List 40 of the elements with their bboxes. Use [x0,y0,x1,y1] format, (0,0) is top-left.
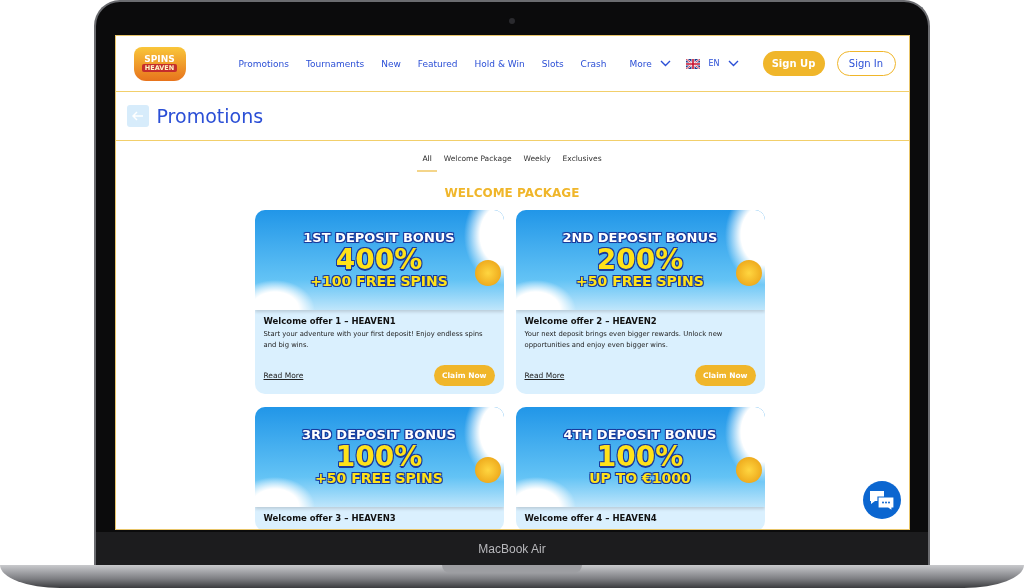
nav-dropdown[interactable]: More [629,58,671,69]
device-label: MacBook Air [478,541,546,556]
banner-amount: 100% [335,441,423,472]
nav-link[interactable]: Crash [580,58,607,69]
coin-icon [735,260,762,286]
section-heading: WELCOME PACKAGE [443,186,581,200]
page-title: Promotions [156,105,264,127]
nav-link[interactable]: New [381,58,401,69]
banner-amount: 400% [335,244,423,275]
nav-link[interactable]: Hold & Win [474,58,525,69]
card-title: Welcome offer 2 – HEAVEN2 [524,316,658,326]
chevron-down-icon [659,60,671,67]
chat-button[interactable] [862,481,901,519]
banner-heading: 1ST DEPOSIT BONUS [303,231,455,245]
banner-subtitle: +100 FREE SPINS [310,274,448,289]
card-title: Welcome offer 1 – HEAVEN1 [263,316,397,326]
banner-heading: 2ND DEPOSIT BONUS [562,231,718,245]
nav-link[interactable]: Slots [541,58,564,69]
banner-amount: 200% [596,244,684,275]
banner-subtitle: +50 FREE SPINS [315,471,443,486]
banner-amount: 100% [596,441,684,472]
nav-link[interactable]: Featured [417,58,458,69]
banner-subtitle: +50 FREE SPINS [576,274,704,289]
chat-icon [867,489,896,511]
sign-in-button[interactable]: Sign In [836,51,896,76]
banner-heading: 3RD DEPOSIT BONUS [302,428,456,442]
banner-heading: 4TH DEPOSIT BONUS [563,428,717,442]
coin-icon [474,260,501,286]
nav-link[interactable]: Promotions [238,58,289,69]
card-title: Welcome offer 3 – HEAVEN3 [263,513,397,523]
coin-icon [735,457,762,483]
camera-icon [509,18,515,24]
banner-subtitle: UP TO €1000 [589,471,691,486]
nav-link[interactable]: Tournaments [306,58,365,69]
card-title: Welcome offer 4 – HEAVEN4 [524,513,658,523]
language-selector[interactable]: EN [686,58,739,69]
back-arrow-icon [131,111,144,121]
coin-icon [474,457,501,483]
chevron-down-icon [727,60,739,67]
flag-icon [686,58,701,69]
